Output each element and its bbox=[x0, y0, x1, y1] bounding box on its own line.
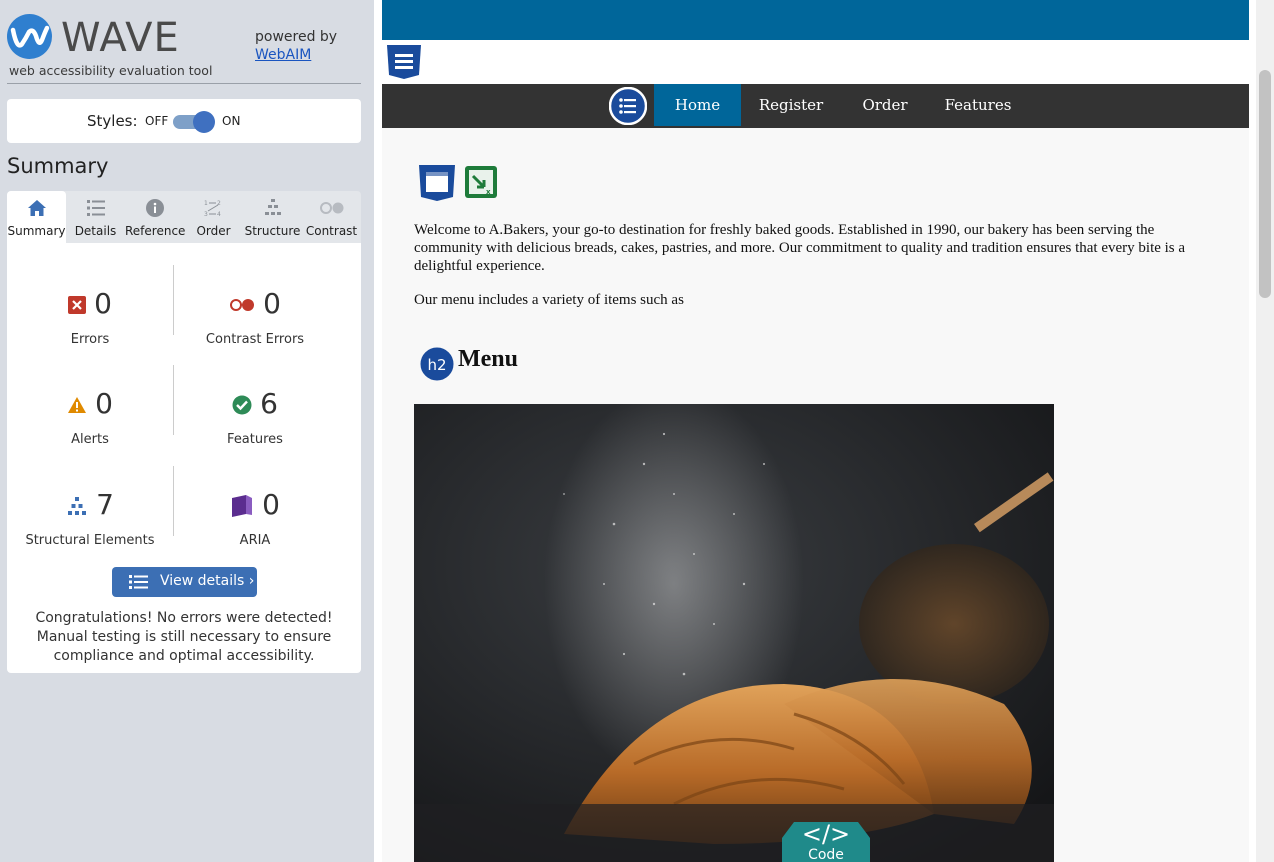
svg-text:1: 1 bbox=[204, 200, 208, 207]
features-count: 6 bbox=[260, 387, 278, 420]
list-icon bbox=[86, 200, 105, 216]
contrast-errors-stat[interactable]: 0 Contrast Errors bbox=[173, 287, 337, 357]
order-icon: 1 2 3 4 bbox=[204, 200, 221, 218]
site-navbar: Home Register Order Features bbox=[382, 84, 1249, 128]
divider bbox=[7, 83, 361, 84]
errors-count: 0 bbox=[94, 287, 112, 320]
home-icon bbox=[27, 200, 46, 216]
page-viewport: Home Register Order Features x Welcome t… bbox=[374, 0, 1274, 862]
structural-label: Structural Elements bbox=[25, 533, 155, 548]
tab-summary[interactable]: Summary bbox=[7, 191, 66, 243]
scrollbar-thumb[interactable] bbox=[1259, 70, 1271, 298]
wave-sidebar: WAVE web accessibility evaluation tool p… bbox=[0, 0, 374, 862]
svg-text:x: x bbox=[486, 188, 491, 196]
nav-register[interactable]: Register bbox=[748, 84, 834, 126]
features-stat[interactable]: 6 Features bbox=[173, 387, 337, 457]
nav-features[interactable]: Features bbox=[935, 84, 1021, 126]
tab-label: Reference bbox=[125, 224, 186, 238]
menu-heading: Menu bbox=[458, 346, 518, 372]
nav-home[interactable]: Home bbox=[654, 84, 741, 126]
main-landmark-icon[interactable] bbox=[418, 164, 456, 202]
wave-subtitle: web accessibility evaluation tool bbox=[9, 63, 213, 78]
powered-by: powered by WebAIM bbox=[255, 29, 337, 63]
list-icon bbox=[129, 575, 148, 589]
heading-level-icon[interactable]: h2 bbox=[420, 347, 454, 381]
aria-label: ARIA bbox=[239, 533, 271, 548]
toggle-off-label: OFF bbox=[145, 114, 169, 128]
styles-label: Styles: bbox=[87, 112, 138, 130]
errors-label: Errors bbox=[70, 332, 110, 347]
nav-order[interactable]: Order bbox=[842, 84, 928, 126]
tab-label: Details bbox=[74, 224, 117, 238]
styles-toggle-knob[interactable] bbox=[193, 111, 215, 133]
feature-check-icon bbox=[232, 395, 252, 415]
site-header bbox=[382, 0, 1249, 40]
wave-logo-icon bbox=[7, 14, 52, 59]
contrast-errors-count: 0 bbox=[263, 287, 281, 320]
scrollbar[interactable] bbox=[1256, 0, 1274, 862]
svg-text:4: 4 bbox=[217, 211, 221, 218]
wave-logo-text: WAVE bbox=[61, 15, 180, 61]
error-icon bbox=[68, 296, 87, 314]
structure-icon bbox=[264, 199, 281, 215]
info-icon bbox=[145, 199, 164, 217]
webaim-link[interactable]: WebAIM bbox=[255, 47, 337, 63]
svg-text:3: 3 bbox=[204, 211, 208, 218]
styles-toggle-box: Styles: OFF ON bbox=[7, 99, 361, 143]
main-content: x Welcome to A.Bakers, your go-to destin… bbox=[382, 128, 1249, 862]
toggle-on-label: ON bbox=[222, 114, 241, 128]
tab-label: Contrast bbox=[305, 224, 358, 238]
contrast-error-icon bbox=[230, 299, 255, 311]
errors-stat[interactable]: 0 Errors bbox=[7, 287, 173, 357]
croissant-photo bbox=[414, 404, 1054, 862]
summary-title: Summary bbox=[7, 154, 109, 178]
aria-stat[interactable]: 0 ARIA bbox=[173, 488, 337, 558]
aria-icon bbox=[232, 495, 253, 517]
tab-label: Order bbox=[196, 224, 231, 238]
contrast-toggle-icon bbox=[319, 202, 343, 214]
alerts-stat[interactable]: 0 Alerts bbox=[7, 387, 173, 457]
view-details-button[interactable]: View details › bbox=[112, 567, 257, 597]
tab-label: Structure bbox=[244, 224, 301, 238]
welcome-paragraph: Welcome to A.Bakers, your go-to destinat… bbox=[414, 222, 1186, 274]
tab-contrast[interactable]: Contrast bbox=[302, 191, 361, 243]
structural-elements-stat[interactable]: 7 Structural Elements bbox=[7, 488, 173, 558]
alerts-label: Alerts bbox=[71, 432, 109, 447]
tab-reference[interactable]: Reference bbox=[125, 191, 186, 243]
tab-order[interactable]: 1 2 3 4 Order bbox=[184, 191, 243, 243]
menu-intro-paragraph: Our menu includes a variety of items suc… bbox=[414, 292, 684, 308]
tab-details[interactable]: Details bbox=[66, 191, 125, 243]
unordered-list-icon[interactable] bbox=[609, 87, 647, 125]
croissant-image bbox=[414, 404, 1054, 862]
powered-by-text: powered by bbox=[255, 29, 338, 45]
summary-panel: 0 Errors 0 Contrast Errors 0 Alerts 6 Fe… bbox=[7, 243, 361, 673]
navigation-landmark-icon[interactable] bbox=[386, 44, 422, 80]
view-details-label: View details › bbox=[160, 573, 255, 589]
contrast-errors-label: Contrast Errors bbox=[205, 332, 305, 347]
code-icon: </> bbox=[802, 820, 850, 848]
code-toggle-button[interactable]: </> Code bbox=[780, 818, 872, 862]
wave-tabs: Summary Details Reference 1 2 3 4 Order Str… bbox=[7, 191, 361, 243]
features-label: Features bbox=[227, 432, 283, 447]
heading-badge-text: h2 bbox=[427, 356, 446, 374]
alert-icon bbox=[68, 397, 87, 413]
aria-count: 0 bbox=[262, 488, 280, 521]
structural-count: 7 bbox=[96, 488, 114, 521]
structure-icon bbox=[68, 497, 87, 515]
alerts-count: 0 bbox=[95, 387, 113, 420]
excel-link-icon[interactable]: x bbox=[464, 165, 498, 199]
congrats-message: Congratulations! No errors were detected… bbox=[35, 610, 333, 664]
tab-label: Summary bbox=[7, 224, 66, 238]
tab-structure[interactable]: Structure bbox=[243, 191, 302, 243]
svg-text:2: 2 bbox=[217, 200, 221, 207]
code-label: Code bbox=[808, 847, 844, 862]
